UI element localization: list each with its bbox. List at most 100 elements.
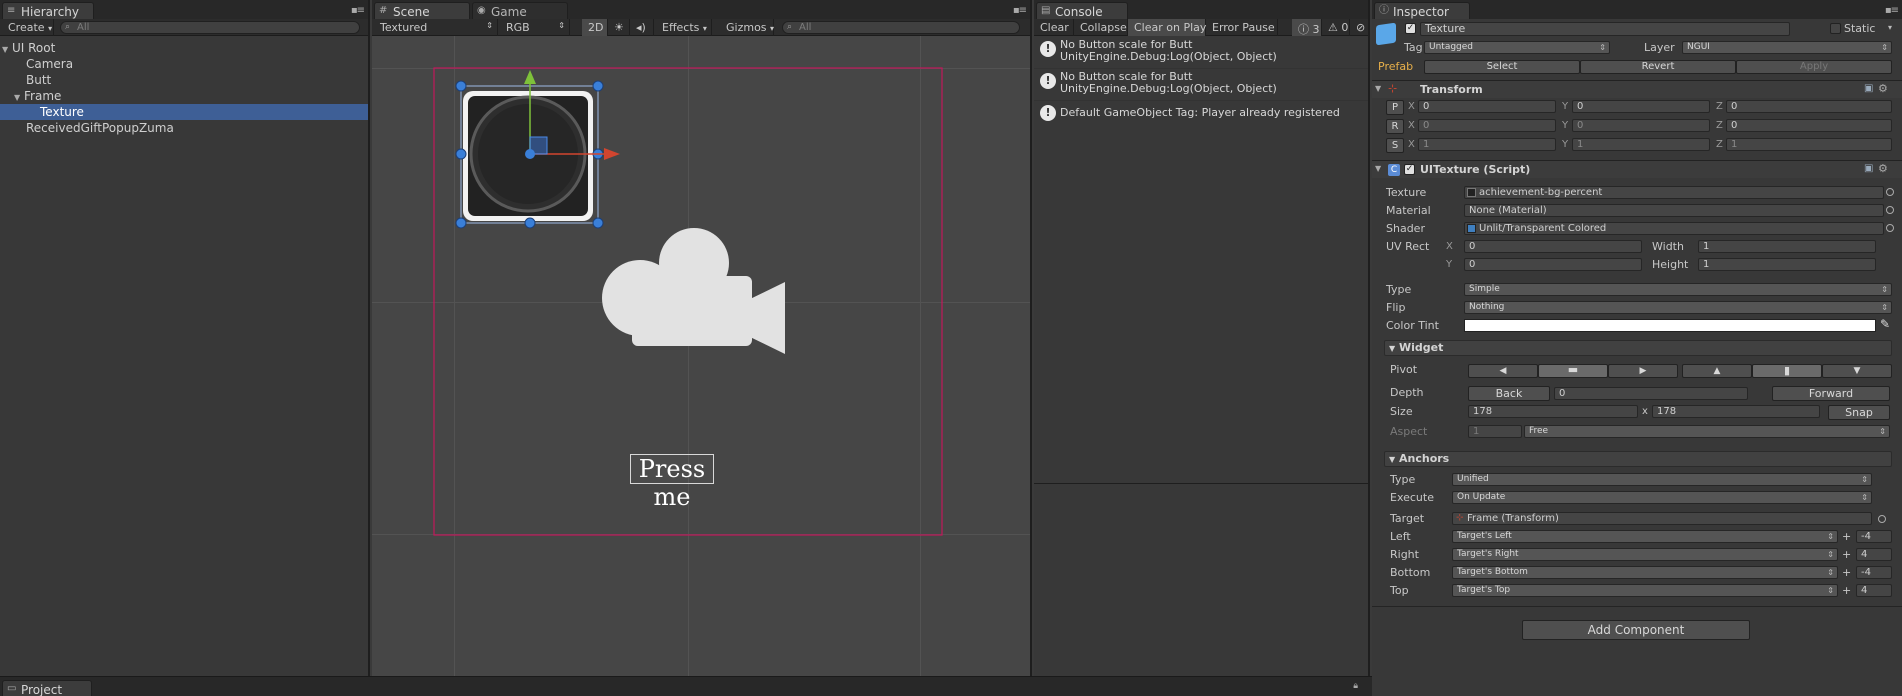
anchor-top-offset-field[interactable]: 4 xyxy=(1856,584,1892,597)
render-mode-dropdown[interactable]: RGB ⇕ xyxy=(500,19,570,36)
pivot-right-button[interactable]: ▶ xyxy=(1608,364,1678,378)
foldout-open-icon[interactable]: ▼ xyxy=(1375,84,1381,93)
info-count-toggle[interactable]: ⓘ 3 xyxy=(1292,19,1322,36)
hierarchy-item-receivedgiftpopupzuma[interactable]: ReceivedGiftPopupZuma xyxy=(0,120,368,136)
tab-hierarchy[interactable]: ≡ Hierarchy xyxy=(2,2,94,19)
anchor-right-offset-field[interactable]: 4 xyxy=(1856,548,1892,561)
foldout-open-icon[interactable]: ▼ xyxy=(1375,164,1381,173)
position-z-field[interactable]: 0 xyxy=(1726,100,1892,113)
eyedropper-icon[interactable]: ✎ xyxy=(1880,317,1890,331)
scale-z-field[interactable]: 1 xyxy=(1726,138,1892,151)
widget-header[interactable]: ▼ Widget xyxy=(1384,340,1892,356)
add-component-button[interactable]: Add Component xyxy=(1522,620,1750,640)
object-picker-icon[interactable] xyxy=(1886,188,1894,196)
toggle-2d-button[interactable]: 2D xyxy=(582,19,608,36)
log-entry[interactable]: ! Default GameObject Tag: Player already… xyxy=(1034,101,1368,127)
hierarchy-item-camera[interactable]: Camera xyxy=(0,56,368,72)
lighting-toggle[interactable]: ☀ xyxy=(608,19,630,36)
clear-on-play-toggle[interactable]: Clear on Play xyxy=(1128,19,1206,36)
lock-icon[interactable]: 🔒︎ xyxy=(1353,681,1358,691)
create-button[interactable]: Create ▾ xyxy=(2,19,54,36)
tab-console[interactable]: ▤ Console xyxy=(1036,2,1128,19)
position-x-field[interactable]: 0 xyxy=(1418,100,1556,113)
texture-object-field[interactable]: achievement-bg-percent xyxy=(1464,186,1884,199)
tab-project[interactable]: ▭ Project xyxy=(2,680,92,696)
tab-game[interactable]: ◉ Game xyxy=(472,2,568,19)
log-entry[interactable]: ! No Button scale for Butt UnityEngine.De… xyxy=(1034,37,1368,69)
reset-scale-button[interactable]: S xyxy=(1386,138,1404,153)
help-icon[interactable]: ▣ xyxy=(1864,163,1873,174)
transform-header[interactable]: ▼ ⊹ Transform ▣ ⚙ xyxy=(1372,80,1902,98)
object-picker-icon[interactable] xyxy=(1886,206,1894,214)
uitexture-header[interactable]: ▼ C ✓ UITexture (Script) ▣ ⚙ xyxy=(1372,160,1902,178)
hierarchy-item-butt[interactable]: Butt xyxy=(0,72,368,88)
hierarchy-item-ui-root[interactable]: ▼ UI Root xyxy=(0,40,368,56)
warning-count-toggle[interactable]: ⚠ 0 xyxy=(1322,19,1350,36)
anchor-right-dropdown[interactable]: Target's Right ⇕ xyxy=(1452,548,1838,561)
object-name-field[interactable]: Texture xyxy=(1420,22,1790,36)
layer-dropdown[interactable]: NGUI ⇕ xyxy=(1682,41,1892,54)
uv-x-field[interactable]: 0 xyxy=(1464,240,1642,253)
uv-height-field[interactable]: 1 xyxy=(1698,258,1876,271)
hierarchy-item-texture[interactable]: Texture xyxy=(0,104,368,120)
rotation-y-field[interactable]: 0 xyxy=(1572,119,1710,132)
anchors-header[interactable]: ▼ Anchors xyxy=(1384,451,1892,467)
static-dropdown-arrow[interactable]: ▾ xyxy=(1888,23,1892,32)
tag-dropdown[interactable]: Untagged ⇕ xyxy=(1424,41,1610,54)
anchor-execute-dropdown[interactable]: On Update ⇕ xyxy=(1452,491,1872,504)
gear-icon[interactable]: ⚙ xyxy=(1878,162,1888,175)
tab-scene[interactable]: # Scene xyxy=(374,2,470,19)
prefab-revert-button[interactable]: Revert xyxy=(1580,60,1736,74)
anchor-bottom-dropdown[interactable]: Target's Bottom ⇕ xyxy=(1452,566,1838,579)
depth-back-button[interactable]: Back xyxy=(1468,386,1550,401)
log-entry[interactable]: ! No Button scale for Butt UnityEngine.De… xyxy=(1034,69,1368,101)
type-dropdown[interactable]: Simple ⇕ xyxy=(1464,283,1892,296)
pivot-top-button[interactable]: ▲ xyxy=(1682,364,1752,378)
uv-y-field[interactable]: 0 xyxy=(1464,258,1642,271)
panel-menu-icon[interactable]: ▪≡ xyxy=(1885,5,1899,16)
depth-field[interactable]: 0 xyxy=(1554,387,1748,400)
active-checkbox[interactable]: ✓ xyxy=(1405,23,1416,34)
anchor-left-dropdown[interactable]: Target's Left ⇕ xyxy=(1452,530,1838,543)
tab-inspector[interactable]: ⓘ Inspector xyxy=(1374,2,1470,19)
pivot-bottom-button[interactable]: ▼ xyxy=(1822,364,1892,378)
rotation-z-field[interactable]: 0 xyxy=(1726,119,1892,132)
rotation-x-field[interactable]: 0 xyxy=(1418,119,1556,132)
static-checkbox[interactable] xyxy=(1830,23,1841,34)
scale-x-field[interactable]: 1 xyxy=(1418,138,1556,151)
color-tint-swatch[interactable] xyxy=(1464,319,1876,332)
shader-object-field[interactable]: Unlit/Transparent Colored xyxy=(1464,222,1884,235)
prefab-select-button[interactable]: Select xyxy=(1424,60,1580,74)
object-picker-icon[interactable] xyxy=(1878,515,1886,523)
error-pause-toggle[interactable]: Error Pause xyxy=(1206,19,1278,36)
scene-search-input[interactable]: ⌕ All xyxy=(782,21,1020,34)
size-height-field[interactable]: 178 xyxy=(1652,405,1820,418)
gizmos-dropdown[interactable]: Gizmos ▾ xyxy=(720,19,774,36)
object-picker-icon[interactable] xyxy=(1886,224,1894,232)
shading-mode-dropdown[interactable]: Textured ⇕ xyxy=(374,19,498,36)
error-count-toggle[interactable]: ⊘ 0 xyxy=(1350,19,1368,36)
audio-toggle[interactable]: ◂) xyxy=(630,19,654,36)
hierarchy-search-input[interactable]: ⌕ All xyxy=(60,21,360,34)
scene-viewport[interactable]: Press me xyxy=(372,36,1030,676)
aspect-mode-dropdown[interactable]: Free ⇕ xyxy=(1524,425,1890,438)
pivot-middle-button[interactable]: ▮ xyxy=(1752,364,1822,378)
help-icon[interactable]: ▣ xyxy=(1864,83,1873,94)
reset-position-button[interactable]: P xyxy=(1386,100,1404,115)
effects-dropdown[interactable]: Effects ▾ xyxy=(656,19,712,36)
aspect-field[interactable]: 1 xyxy=(1468,425,1522,438)
collapse-button[interactable]: Collapse xyxy=(1074,19,1128,36)
anchor-type-dropdown[interactable]: Unified ⇕ xyxy=(1452,473,1872,486)
anchor-top-dropdown[interactable]: Target's Top ⇕ xyxy=(1452,584,1838,597)
prefab-apply-button[interactable]: Apply xyxy=(1736,60,1892,74)
gear-icon[interactable]: ⚙ xyxy=(1878,82,1888,95)
size-width-field[interactable]: 178 xyxy=(1468,405,1638,418)
scale-y-field[interactable]: 1 xyxy=(1572,138,1710,151)
clear-button[interactable]: Clear xyxy=(1034,19,1074,36)
panel-menu-icon[interactable]: ▪≡ xyxy=(1013,5,1027,16)
press-me-button-preview[interactable]: Press me xyxy=(630,454,714,511)
snap-button[interactable]: Snap xyxy=(1828,405,1890,420)
uv-width-field[interactable]: 1 xyxy=(1698,240,1876,253)
panel-menu-icon[interactable]: ▪≡ xyxy=(351,5,365,16)
flip-dropdown[interactable]: Nothing ⇕ xyxy=(1464,301,1892,314)
